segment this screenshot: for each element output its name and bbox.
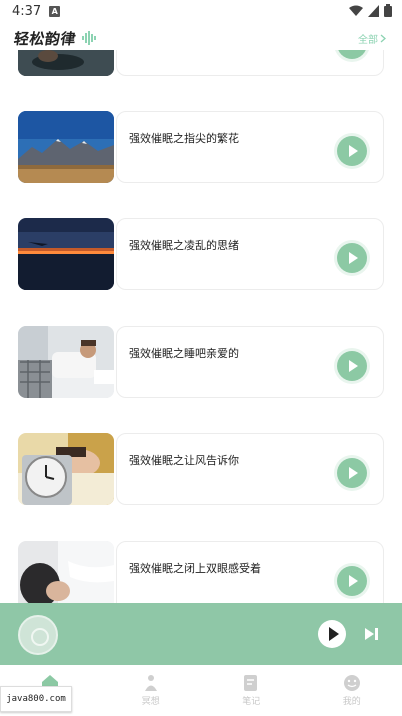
- track-thumbnail: [18, 541, 114, 603]
- nav-item-profile[interactable]: 我的: [302, 665, 402, 716]
- nav-item-meditation[interactable]: 冥想: [101, 665, 202, 716]
- player-play-button[interactable]: [318, 620, 346, 648]
- nav-label: 笔记: [242, 697, 261, 707]
- profile-icon: [343, 675, 360, 691]
- track-title: 强效催眠之睡吧亲爱的: [129, 347, 239, 360]
- note-icon: [244, 675, 258, 691]
- meditation-icon: [144, 675, 157, 691]
- battery-icon: [384, 4, 392, 17]
- track-thumbnail: [18, 326, 114, 398]
- track-card[interactable]: 强效催眠之闭上双眼感受着: [116, 541, 384, 603]
- status-bar: 4:37 A: [0, 0, 402, 22]
- play-button[interactable]: [337, 50, 367, 59]
- play-button[interactable]: [337, 243, 367, 273]
- list-item[interactable]: 强效催眠之闭上双眼感受着: [18, 541, 384, 603]
- track-title: 强效催眠之让风告诉你: [129, 454, 239, 467]
- view-all-label: 全部: [358, 34, 378, 46]
- list-item[interactable]: 强效催眠之指尖的繁花: [18, 111, 384, 183]
- status-icons: [349, 4, 392, 17]
- track-card[interactable]: 强效催眠之让风告诉你: [116, 433, 384, 505]
- album-disc-icon[interactable]: [18, 615, 58, 655]
- list-item[interactable]: 强效催眠之睡吧亲爱的: [18, 326, 384, 398]
- track-card[interactable]: [116, 50, 384, 76]
- track-thumbnail: [18, 111, 114, 183]
- signal-icon: [368, 4, 379, 17]
- track-title: 强效催眠之凌乱的思绪: [129, 239, 239, 252]
- track-list: 强效催眠之指尖的繁花 强效催眠之凌乱的思绪 强效催眠之睡吧亲爱的 强效催眠之让风…: [0, 50, 402, 603]
- play-button[interactable]: [337, 351, 367, 381]
- track-title: 强效催眠之闭上双眼感受着: [129, 562, 261, 575]
- play-button[interactable]: [337, 136, 367, 166]
- watermark: java800.com: [0, 686, 72, 712]
- track-thumbnail: [18, 218, 114, 290]
- sound-wave-icon: [82, 31, 97, 45]
- track-card[interactable]: 强效催眠之睡吧亲爱的: [116, 326, 384, 398]
- view-all-link[interactable]: 全部: [358, 31, 386, 46]
- list-item[interactable]: [18, 50, 384, 76]
- list-item[interactable]: 强效催眠之凌乱的思绪: [18, 218, 384, 290]
- chevron-right-icon: [380, 34, 386, 42]
- track-card[interactable]: 强效催眠之凌乱的思绪: [116, 218, 384, 290]
- app-header: 轻松韵律 全部: [0, 26, 402, 50]
- track-card[interactable]: 强效催眠之指尖的繁花: [116, 111, 384, 183]
- nav-label: 冥想: [141, 697, 160, 707]
- play-button[interactable]: [337, 458, 367, 488]
- status-time: 4:37: [12, 3, 42, 19]
- nav-label: 我的: [342, 697, 361, 707]
- skip-next-icon[interactable]: [364, 627, 380, 641]
- list-item[interactable]: 强效催眠之让风告诉你: [18, 433, 384, 505]
- track-thumbnail: [18, 433, 114, 505]
- mini-player: [0, 603, 402, 665]
- play-button[interactable]: [337, 566, 367, 596]
- notification-icon: A: [49, 5, 61, 17]
- wifi-icon: [349, 5, 363, 16]
- track-title: 强效催眠之指尖的繁花: [129, 132, 239, 145]
- brand-title: 轻松韵律: [12, 30, 78, 48]
- track-thumbnail: [18, 50, 114, 76]
- nav-item-notes[interactable]: 笔记: [201, 665, 302, 716]
